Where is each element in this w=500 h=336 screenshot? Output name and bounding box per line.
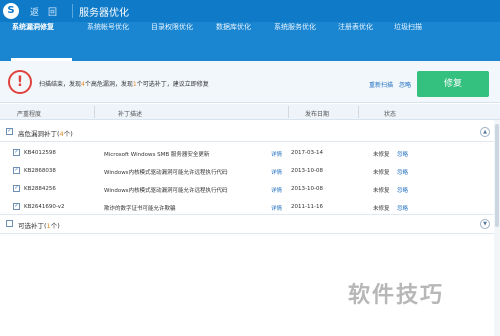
patch-desc: Microsoft Windows SMB 服务器安全更新 — [104, 152, 210, 158]
header-desc: 补丁描述 — [118, 111, 143, 118]
patch-row[interactable]: ✓ KB4012598 Microsoft Windows SMB 服务器安全更… — [0, 144, 500, 162]
group-optional-title: 可选补丁 — [18, 222, 44, 230]
patch-ignore-link[interactable]: 忽略 — [397, 150, 408, 158]
group-optional[interactable] — [0, 214, 500, 234]
tab-junk-scan[interactable]: 垃圾扫描 — [394, 22, 422, 36]
tab-dir-permission-opt[interactable]: 目录权限优化 — [151, 22, 193, 36]
patch-checkbox[interactable]: ✓ — [13, 203, 20, 210]
patch-detail-link[interactable]: 详情 — [271, 204, 282, 212]
group-high-risk[interactable] — [0, 122, 500, 142]
header-severity: 严重程度 — [17, 111, 42, 118]
rescan-link[interactable]: 重新扫描 — [369, 80, 393, 89]
patch-desc: Windows内核模式驱动漏洞可能允许远程执行代码 — [104, 170, 228, 176]
header-divider — [94, 106, 95, 118]
header-status: 状态 — [384, 111, 397, 118]
tab-database-opt[interactable]: 数据库优化 — [216, 22, 251, 36]
title-bar: S 返 回 服务器优化 — [0, 0, 500, 22]
patch-row[interactable]: ✓ KB2884256 Windows内核模式驱动漏洞可能允许远程执行代码 详情… — [0, 180, 500, 198]
scrollbar-thumb[interactable] — [495, 124, 499, 227]
collapse-up-icon[interactable]: ▲ — [480, 127, 490, 137]
patch-checkbox[interactable]: ✓ — [13, 149, 20, 156]
header-date: 发布日期 — [305, 111, 330, 118]
patch-date: 2013-10-08 — [291, 168, 323, 174]
group-optional-label: 可选补丁(1个) — [18, 222, 60, 230]
scan-result-suffix: 个可选补丁，建议立即修复 — [136, 81, 209, 88]
patch-kb: KB2641690-v2 — [24, 204, 65, 210]
patch-desc: 欺诈的数字证书可能允许欺骗 — [104, 206, 176, 212]
scan-result-prefix: 扫描结束，发现 — [39, 81, 82, 88]
patch-status: 未修复 — [373, 206, 390, 212]
group-high-risk-label: 高危漏洞补丁(4个) — [18, 130, 73, 138]
patch-date: 2013-10-08 — [291, 186, 323, 192]
tab-registry-opt[interactable]: 注册表优化 — [338, 22, 373, 36]
expand-down-icon[interactable]: ▼ — [480, 219, 490, 229]
group-optional-checkbox[interactable] — [6, 220, 13, 227]
patch-detail-link[interactable]: 详情 — [271, 186, 282, 194]
patch-kb: KB2884256 — [24, 186, 56, 192]
app-logo-icon: S — [3, 3, 19, 19]
header-divider — [358, 106, 359, 118]
warning-icon: ! — [8, 70, 32, 94]
tab-vuln-repair[interactable]: 系统漏洞修复 — [12, 22, 54, 36]
patch-detail-link[interactable]: 详情 — [271, 168, 282, 176]
patch-status: 未修复 — [373, 170, 390, 176]
back-button[interactable]: 返 回 — [30, 5, 57, 18]
tab-account-opt[interactable]: 系统帐号优化 — [87, 22, 129, 36]
title-separator — [72, 4, 73, 18]
patch-desc: Windows内核模式驱动漏洞可能允许远程执行代码 — [104, 188, 228, 194]
ignore-all-link[interactable]: 忽略 — [399, 80, 411, 89]
patch-checkbox[interactable]: ✓ — [13, 185, 20, 192]
patch-ignore-link[interactable]: 忽略 — [397, 168, 408, 176]
group-high-risk-checkbox[interactable]: ✓ — [6, 128, 13, 135]
patch-kb: KB2868038 — [24, 168, 56, 174]
group-high-risk-title: 高危漏洞补丁 — [18, 130, 57, 138]
patch-date: 2011-11-16 — [291, 204, 323, 210]
group-high-risk-count: 4 — [59, 130, 64, 138]
scan-result-mid: 个高危漏洞，发现 — [84, 81, 133, 88]
patch-checkbox[interactable]: ✓ — [13, 167, 20, 174]
patch-date: 2017-03-14 — [291, 150, 323, 156]
patch-kb: KB4012598 — [24, 150, 56, 156]
page-title: 服务器优化 — [79, 8, 129, 19]
patch-detail-link[interactable]: 详情 — [271, 150, 282, 158]
patch-status: 未修复 — [373, 188, 390, 194]
watermark: 软件技巧 — [348, 283, 445, 308]
table-header — [0, 104, 500, 120]
tab-service-opt[interactable]: 系统服务优化 — [274, 22, 316, 36]
patch-ignore-link[interactable]: 忽略 — [397, 204, 408, 212]
patch-ignore-link[interactable]: 忽略 — [397, 186, 408, 194]
group-optional-count: 1 — [46, 222, 51, 230]
patch-row[interactable]: ✓ KB2868038 Windows内核模式驱动漏洞可能允许远程执行代码 详情… — [0, 162, 500, 180]
header-divider — [288, 106, 289, 118]
scan-result-text: 扫描结束，发现4个高危漏洞，发现1个可选补丁，建议立即修复 — [39, 79, 209, 88]
patch-status: 未修复 — [373, 152, 390, 158]
repair-button[interactable]: 修复 — [417, 71, 489, 97]
